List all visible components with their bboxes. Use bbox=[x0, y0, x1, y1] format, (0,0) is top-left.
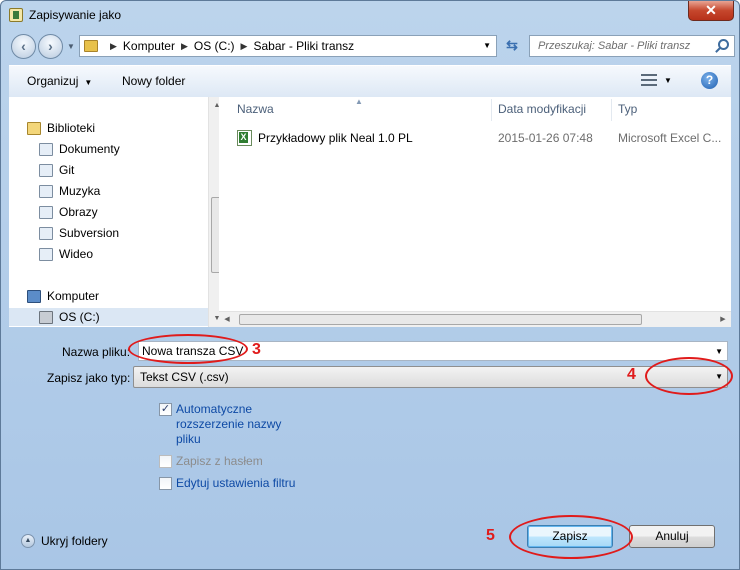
checkbox-checked-icon[interactable]: ✓ bbox=[159, 403, 172, 416]
column-header-type[interactable]: Typ bbox=[618, 102, 637, 116]
checkbox-icon[interactable] bbox=[159, 477, 172, 490]
organize-label: Organizuj bbox=[27, 74, 79, 88]
auto-extension-label[interactable]: Automatyczne rozszerzenie nazwy pliku bbox=[176, 402, 296, 447]
edit-filter-settings-label[interactable]: Edytuj ustawienia filtru bbox=[176, 476, 296, 491]
navigation-row: ‹ › ▼ ▶ Komputer ▶ OS (C:) ▶ Sabar - Pli… bbox=[7, 34, 735, 60]
scroll-right-icon[interactable]: ▶ bbox=[715, 312, 731, 328]
sidebar-item-label: Biblioteki bbox=[47, 121, 96, 135]
file-date: 2015-01-26 07:48 bbox=[498, 131, 593, 145]
checkbox-icon bbox=[159, 455, 172, 468]
auto-extension-checkbox[interactable]: ✓ Automatyczne rozszerzenie nazwy pliku bbox=[159, 402, 296, 447]
filetype-label: Zapisz jako typ: bbox=[47, 371, 131, 385]
file-list-scrollbar[interactable]: ◀ ▶ bbox=[219, 311, 731, 327]
refresh-button[interactable]: ⇆ bbox=[501, 35, 523, 57]
breadcrumb-folder[interactable]: Sabar - Pliki transz bbox=[253, 39, 354, 54]
filename-label: Nazwa pliku: bbox=[62, 345, 131, 359]
sidebar-item-video[interactable]: Wideo bbox=[39, 245, 93, 263]
file-type: Microsoft Excel C... bbox=[618, 131, 722, 145]
documents-icon bbox=[39, 142, 53, 156]
annotation-number-4: 4 bbox=[627, 366, 636, 383]
file-row[interactable]: Przykładowy plik Neal 1.0 PL 2015-01-26 … bbox=[219, 129, 731, 149]
column-header-date[interactable]: Data modyfikacji bbox=[498, 102, 586, 116]
column-divider[interactable] bbox=[611, 99, 612, 121]
annotation-ring-save bbox=[509, 515, 633, 559]
chevron-up-icon: ▲ bbox=[21, 534, 35, 548]
breadcrumb-drive[interactable]: OS (C:) bbox=[194, 39, 235, 54]
sidebar-item-label: OS (C:) bbox=[59, 310, 100, 324]
breadcrumb: ▶ Komputer ▶ OS (C:) ▶ Sabar - Pliki tra… bbox=[104, 39, 354, 54]
breadcrumb-computer[interactable]: Komputer bbox=[123, 39, 175, 54]
search-input[interactable]: Przeszukaj: Sabar - Pliki transz bbox=[529, 35, 735, 57]
search-icon[interactable] bbox=[718, 39, 729, 50]
save-with-password-checkbox: Zapisz z hasłem bbox=[159, 454, 296, 469]
sidebar-item-label: Komputer bbox=[47, 289, 100, 303]
scroll-left-icon[interactable]: ◀ bbox=[219, 312, 235, 328]
column-header-name[interactable]: Nazwa bbox=[237, 102, 274, 116]
sidebar-item-git[interactable]: Git bbox=[39, 161, 74, 179]
breadcrumb-separator-icon[interactable]: ▶ bbox=[110, 39, 117, 54]
forward-button[interactable]: › bbox=[38, 34, 63, 59]
address-bar[interactable]: ▶ Komputer ▶ OS (C:) ▶ Sabar - Pliki tra… bbox=[79, 35, 497, 57]
sort-ascending-icon: ▲ bbox=[355, 97, 363, 106]
drive-icon bbox=[39, 310, 53, 324]
close-button[interactable]: ✕ bbox=[688, 1, 734, 21]
save-as-dialog: Zapisywanie jako ✕ ‹ › ▼ ▶ Komputer ▶ OS… bbox=[0, 0, 740, 570]
breadcrumb-separator-icon[interactable]: ▶ bbox=[181, 39, 188, 54]
chevron-down-icon[interactable]: ▼ bbox=[715, 347, 723, 356]
scrollbar-thumb[interactable] bbox=[239, 314, 642, 325]
filetype-select[interactable]: Tekst CSV (.csv) ▼ bbox=[133, 366, 728, 388]
save-with-password-label: Zapisz z hasłem bbox=[176, 454, 263, 468]
sidebar-item-label: Subversion bbox=[59, 226, 120, 240]
view-options-dropdown-icon[interactable]: ▼ bbox=[664, 76, 672, 85]
edit-filter-settings-checkbox[interactable]: Edytuj ustawienia filtru bbox=[159, 476, 296, 491]
excel-csv-file-icon bbox=[237, 130, 252, 146]
filetype-value: Tekst CSV (.csv) bbox=[140, 370, 229, 384]
title-bar: Zapisywanie jako ✕ bbox=[1, 1, 739, 29]
sidebar-item-music[interactable]: Muzyka bbox=[39, 182, 100, 200]
breadcrumb-separator-icon[interactable]: ▶ bbox=[241, 39, 248, 54]
folder-icon bbox=[84, 40, 98, 52]
app-icon bbox=[9, 8, 23, 22]
organize-menu-button[interactable]: Organizuj ▼ bbox=[27, 74, 92, 88]
video-icon bbox=[39, 247, 53, 261]
sidebar-item-pictures[interactable]: Obrazy bbox=[39, 203, 98, 221]
address-dropdown-icon[interactable]: ▼ bbox=[483, 41, 491, 50]
help-button[interactable]: ? bbox=[701, 72, 718, 89]
recent-locations-dropdown-icon[interactable]: ▼ bbox=[67, 42, 75, 51]
sidebar-item-label: Muzyka bbox=[59, 184, 101, 198]
annotation-ring-filename bbox=[128, 334, 248, 364]
search-placeholder: Przeszukaj: Sabar - Pliki transz bbox=[538, 40, 691, 52]
sidebar-item-libraries[interactable]: Biblioteki bbox=[27, 119, 95, 137]
navigation-pane: Biblioteki Dokumenty Git Muzyka Obrazy S… bbox=[9, 97, 225, 327]
file-list: ▲ Nazwa Data modyfikacji Typ Przykładowy… bbox=[219, 97, 731, 327]
hide-folders-label: Ukryj foldery bbox=[41, 534, 108, 548]
command-bar: Organizuj ▼ Nowy folder ▼ ? bbox=[9, 65, 731, 97]
sidebar-item-label: Wideo bbox=[59, 247, 94, 261]
pictures-icon bbox=[39, 205, 53, 219]
library-icon bbox=[27, 121, 41, 135]
hide-folders-button[interactable]: ▲ Ukryj foldery bbox=[21, 534, 108, 548]
change-view-icon[interactable] bbox=[641, 73, 659, 87]
git-folder-icon bbox=[39, 163, 53, 177]
sidebar-item-computer[interactable]: Komputer bbox=[27, 287, 99, 305]
file-name: Przykładowy plik Neal 1.0 PL bbox=[258, 131, 413, 145]
back-button[interactable]: ‹ bbox=[11, 34, 36, 59]
sidebar-item-label: Git bbox=[59, 163, 75, 177]
chevron-down-icon: ▼ bbox=[84, 78, 93, 87]
computer-icon bbox=[27, 289, 41, 303]
sidebar-item-label: Obrazy bbox=[59, 205, 98, 219]
sidebar-item-documents[interactable]: Dokumenty bbox=[39, 140, 120, 158]
annotation-ring-filetype bbox=[645, 357, 733, 395]
sidebar-item-subversion[interactable]: Subversion bbox=[39, 224, 119, 242]
annotation-number-3: 3 bbox=[252, 341, 261, 358]
annotation-number-5: 5 bbox=[486, 527, 495, 544]
cancel-button[interactable]: Anuluj bbox=[629, 525, 715, 548]
new-folder-button[interactable]: Nowy folder bbox=[122, 74, 185, 88]
sidebar-item-drive-c[interactable]: OS (C:) bbox=[9, 308, 208, 326]
window-title: Zapisywanie jako bbox=[29, 8, 122, 22]
sidebar-item-label: Dokumenty bbox=[59, 142, 120, 156]
music-icon bbox=[39, 184, 53, 198]
column-divider[interactable] bbox=[491, 99, 492, 121]
subversion-folder-icon bbox=[39, 226, 53, 240]
